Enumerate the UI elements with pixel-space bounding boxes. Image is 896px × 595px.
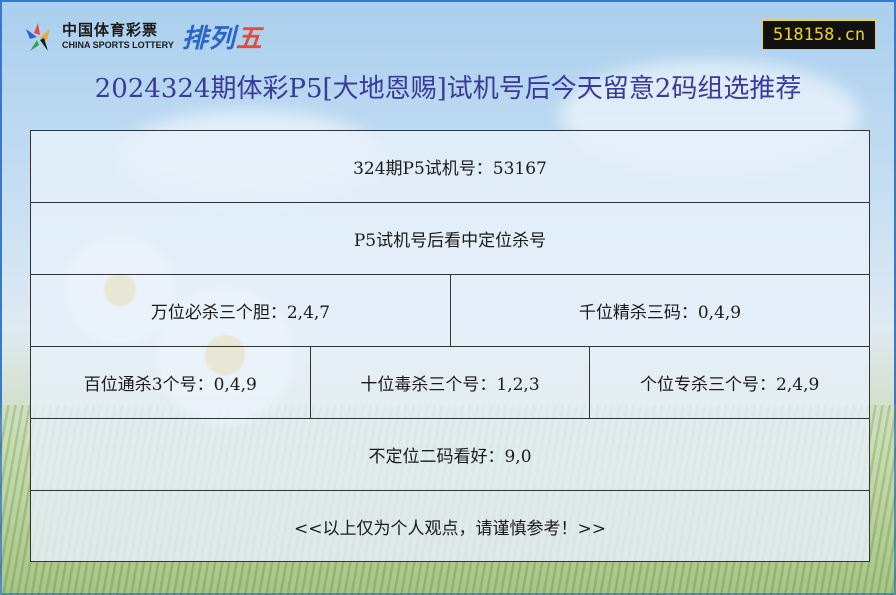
table-row: 324期P5试机号：53167 [31,131,869,203]
wan-position-cell: 万位必杀三个胆：2,4,7 [31,275,451,346]
logo-brand-text: 排列五 [182,18,263,55]
section-heading-cell: P5试机号后看中定位杀号 [353,231,547,251]
page-title: 2024324期体彩P5[大地恩赐]试机号后今天留意2码组选推荐 [94,74,802,104]
table-row: 百位通杀3个号：0,4,9 十位毒杀三个号：1,2,3 个位专杀三个号：2,4,… [31,347,869,419]
lottery-logo: 中国体育彩票 CHINA SPORTS LOTTERY 排列五 [20,18,263,55]
logo-brand-part: 排列 [181,24,236,54]
lottery-star-icon [20,19,56,55]
table-row: 万位必杀三个胆：2,4,7 千位精杀三码：0,4,9 [31,275,869,347]
site-badge[interactable]: 518158.cn [762,20,876,50]
logo-chinese-text: 中国体育彩票 [62,21,159,39]
ge-position-cell: 个位专杀三个号：2,4,9 [640,375,820,395]
qian-position-cell: 千位精杀三码：0,4,9 [578,303,742,323]
table-row: P5试机号后看中定位杀号 [31,203,869,275]
shi-position-cell: 十位毒杀三个号：1,2,3 [311,347,591,418]
logo-brand-accent: 五 [235,24,263,54]
logo-english-text: CHINA SPORTS LOTTERY [62,40,174,50]
table-row: 不定位二码看好：9,0 [31,419,869,491]
prediction-table: 324期P5试机号：53167 P5试机号后看中定位杀号 万位必杀三个胆：2,4… [30,130,870,562]
trial-number-cell: 324期P5试机号：53167 [353,159,547,179]
bai-position-cell: 百位通杀3个号：0,4,9 [31,347,311,418]
disclaimer-cell: <<以上仅为个人观点，请谨慎参考！>> [294,518,606,539]
unpositioned-pick-cell: 不定位二码看好：9,0 [368,447,532,467]
table-row: <<以上仅为个人观点，请谨慎参考！>> [31,491,869,561]
